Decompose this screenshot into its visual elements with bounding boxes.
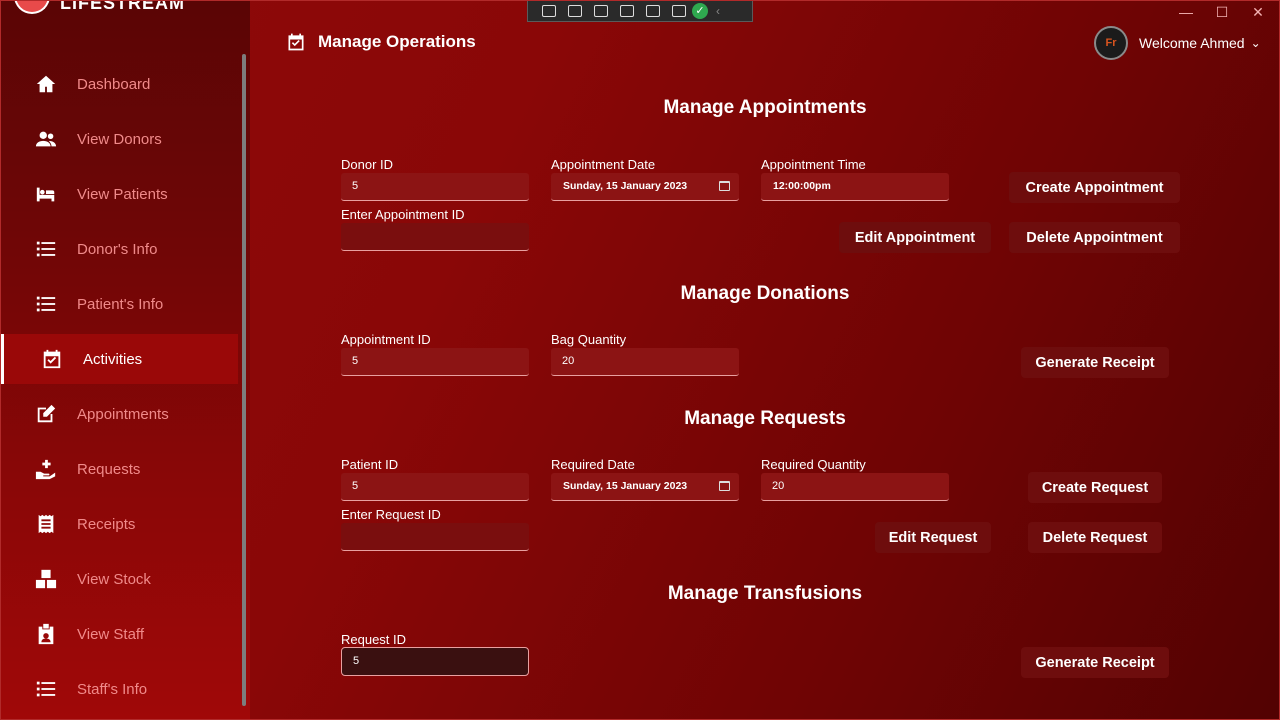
list-icon: [34, 237, 58, 261]
sidebar-item-view-patients[interactable]: View Patients: [0, 169, 238, 219]
required-quantity-input[interactable]: 20: [761, 473, 949, 501]
sidebar-item-label: Receipts: [77, 515, 136, 533]
chevron-down-icon[interactable]: ⌄: [1251, 36, 1261, 50]
required-date-picker[interactable]: Sunday, 15 January 2023: [551, 473, 739, 501]
sidebar-scrollbar[interactable]: [242, 54, 246, 706]
edit-icon: [34, 402, 58, 426]
list-icon: [34, 677, 58, 701]
page-header: Manage Operations: [286, 32, 476, 52]
appointment-date-label: Appointment Date: [551, 157, 656, 172]
boxes-icon: [34, 567, 58, 591]
delete-appointment-button[interactable]: Delete Appointment: [1009, 222, 1180, 253]
generate-donation-receipt-button[interactable]: Generate Receipt: [1021, 347, 1169, 378]
appointment-time-input[interactable]: 12:00:00pm: [761, 173, 949, 201]
minimize-icon[interactable]: —: [1178, 4, 1194, 21]
patient-id-label: Patient ID: [341, 457, 399, 472]
bed-icon: [34, 182, 58, 206]
sidebar-item-label: View Staff: [77, 625, 144, 643]
sidebar-item-label: View Stock: [77, 570, 151, 588]
generate-transfusion-receipt-button[interactable]: Generate Receipt: [1021, 647, 1169, 678]
collapse-icon[interactable]: ‹: [716, 4, 720, 18]
sidebar-item-label: Patient's Info: [77, 295, 164, 313]
calendar-check-icon: [40, 347, 64, 371]
sidebar-item-label: Requests: [77, 460, 141, 478]
window-controls: — ☐ ✕: [1178, 4, 1266, 21]
debug-toolbar: ✓ ‹: [527, 0, 753, 22]
sidebar-item-donors-info[interactable]: Donor's Info: [0, 224, 238, 274]
create-request-button[interactable]: Create Request: [1028, 472, 1162, 503]
donor-id-label: Donor ID: [341, 157, 394, 172]
create-appointment-button[interactable]: Create Appointment: [1009, 172, 1180, 203]
sidebar-item-label: Activities: [83, 350, 143, 368]
sidebar-item-requests[interactable]: Requests: [0, 444, 238, 494]
sidebar-item-label: View Patients: [77, 185, 168, 203]
display-adorners-icon[interactable]: [614, 1, 640, 21]
sidebar-item-label: View Donors: [77, 130, 162, 148]
sidebar-item-activities[interactable]: Activities: [0, 334, 238, 384]
edit-request-button[interactable]: Edit Request: [875, 522, 991, 553]
record-icon[interactable]: [562, 1, 588, 21]
edit-appointment-button[interactable]: Edit Appointment: [839, 222, 991, 253]
hand-plus-icon: [34, 457, 58, 481]
close-icon[interactable]: ✕: [1250, 4, 1266, 21]
sidebar: LIFESTREAM Dashboard View Donors View Pa…: [0, 0, 250, 720]
track-focus-icon[interactable]: [640, 1, 666, 21]
transfusion-request-id-input[interactable]: 5: [341, 647, 529, 676]
maximize-icon[interactable]: ☐: [1214, 4, 1230, 21]
delete-request-button[interactable]: Delete Request: [1028, 522, 1162, 553]
users-icon: [34, 127, 58, 151]
bag-quantity-label: Bag Quantity: [551, 332, 627, 347]
list-icon: [34, 292, 58, 316]
sidebar-item-label: Staff's Info: [77, 680, 148, 698]
request-id-label: Enter Request ID: [341, 507, 441, 522]
select-element-icon[interactable]: [588, 1, 614, 21]
patient-id-input[interactable]: 5: [341, 473, 529, 501]
request-id-input[interactable]: [341, 523, 529, 551]
requests-title: Manage Requests: [684, 408, 846, 429]
badge-icon: [34, 622, 58, 646]
sidebar-item-dashboard[interactable]: Dashboard: [0, 59, 238, 109]
calendar-icon[interactable]: [719, 181, 730, 191]
avatar[interactable]: Fr: [1094, 26, 1128, 60]
sidebar-item-staffs-info[interactable]: Staff's Info: [0, 664, 238, 714]
appointment-id-label: Enter Appointment ID: [341, 207, 465, 222]
sidebar-item-appointments[interactable]: Appointments: [0, 389, 238, 439]
appointment-id-label: Appointment ID: [341, 332, 431, 347]
calendar-icon[interactable]: [719, 481, 730, 491]
donation-appointment-id-input[interactable]: 5: [341, 348, 529, 376]
welcome-text: Welcome Ahmed: [1139, 35, 1245, 51]
required-date-value: Sunday, 15 January 2023: [563, 480, 688, 492]
calendar-check-icon: [288, 33, 304, 51]
logo-icon: [14, 0, 50, 14]
appointment-id-input[interactable]: [341, 223, 529, 251]
sidebar-item-label: Donor's Info: [77, 240, 158, 258]
brand: LIFESTREAM: [14, 0, 185, 14]
hot-reload-icon[interactable]: [666, 1, 692, 21]
appointment-date-picker[interactable]: Sunday, 15 January 2023: [551, 173, 739, 201]
sidebar-item-receipts[interactable]: Receipts: [0, 499, 238, 549]
receipt-icon: [34, 512, 58, 536]
donations-title: Manage Donations: [680, 283, 850, 304]
appointments-title: Manage Appointments: [663, 97, 867, 118]
bag-quantity-input[interactable]: 20: [551, 348, 739, 376]
sidebar-item-view-stock[interactable]: View Stock: [0, 554, 238, 604]
appointment-date-value: Sunday, 15 January 2023: [563, 180, 688, 192]
donor-id-input[interactable]: 5: [341, 173, 529, 201]
live-tree-icon[interactable]: [536, 1, 562, 21]
appointment-time-label: Appointment Time: [761, 157, 866, 172]
sidebar-item-view-staff[interactable]: View Staff: [0, 609, 238, 659]
required-quantity-label: Required Quantity: [761, 457, 866, 472]
sidebar-item-label: Appointments: [77, 405, 169, 423]
sidebar-item-label: Dashboard: [77, 75, 151, 93]
sidebar-item-view-donors[interactable]: View Donors: [0, 114, 238, 164]
transfusion-request-id-label: Request ID: [341, 632, 407, 647]
page-title: Manage Operations: [318, 32, 476, 51]
home-icon: [34, 72, 58, 96]
user-menu[interactable]: Fr Welcome Ahmed ⌄: [1094, 26, 1261, 60]
sidebar-item-patients-info[interactable]: Patient's Info: [0, 279, 238, 329]
app-name: LIFESTREAM: [60, 0, 185, 13]
transfusions-title: Manage Transfusions: [667, 583, 863, 604]
required-date-label: Required Date: [551, 457, 635, 472]
check-status-icon: ✓: [692, 2, 708, 19]
